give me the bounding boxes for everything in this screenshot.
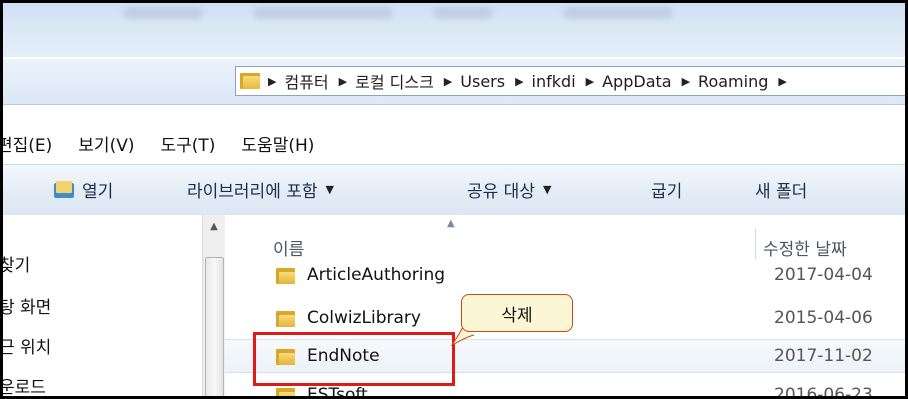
breadcrumb-users[interactable]: Users xyxy=(460,72,505,91)
menu-view[interactable]: 보기(V) xyxy=(78,131,134,156)
file-name: ColwizLibrary xyxy=(307,308,421,328)
share-with-button[interactable]: 공유 대상 ▼ xyxy=(467,177,551,202)
nav-item-favorites[interactable]: 찾기 xyxy=(3,251,30,276)
chevron-right-icon[interactable]: ▶ xyxy=(682,75,690,88)
address-bar-area: ▶ 컴퓨터 ▶ 로컬 디스크 ▶ Users ▶ infkdi ▶ AppDat… xyxy=(3,59,905,105)
chevron-right-icon[interactable]: ▶ xyxy=(778,75,786,88)
menu-tools[interactable]: 도구(T) xyxy=(160,131,215,156)
nav-scrollbar[interactable]: ▲ xyxy=(202,215,225,396)
column-header-name[interactable]: 이름 xyxy=(273,235,304,260)
address-bar[interactable]: ▶ 컴퓨터 ▶ 로컬 디스크 ▶ Users ▶ infkdi ▶ AppDat… xyxy=(235,66,905,96)
navigation-pane: 찾기 탕 화면 근 위치 운로드 xyxy=(3,215,225,396)
include-in-library-button[interactable]: 라이브러리에 포함 ▼ xyxy=(187,177,334,202)
folder-icon xyxy=(276,311,295,327)
nav-item-desktop[interactable]: 탕 화면 xyxy=(3,293,51,318)
breadcrumb-user[interactable]: infkdi xyxy=(532,72,576,91)
highlight-box xyxy=(253,332,455,386)
explorer-window: ▶ 컴퓨터 ▶ 로컬 디스크 ▶ Users ▶ infkdi ▶ AppDat… xyxy=(3,3,905,396)
share-with-label: 공유 대상 xyxy=(467,182,535,202)
chevron-right-icon[interactable]: ▶ xyxy=(444,75,452,88)
dropdown-arrow-icon: ▼ xyxy=(325,183,334,196)
burn-label: 굽기 xyxy=(651,182,683,202)
folder-icon xyxy=(276,388,295,396)
file-date: 2017-11-02 xyxy=(774,346,873,366)
column-divider[interactable] xyxy=(755,229,756,259)
delete-callout: 삭제 xyxy=(461,294,573,332)
chevron-right-icon[interactable]: ▶ xyxy=(515,75,523,88)
breadcrumb-computer[interactable]: 컴퓨터 xyxy=(284,69,328,93)
nav-item-recent-places[interactable]: 근 위치 xyxy=(3,333,51,358)
open-button[interactable]: 열기 xyxy=(54,177,113,202)
file-name: ArticleAuthoring xyxy=(307,265,446,285)
menu-bar: 편집(E) 보기(V) 도구(T) 도움말(H) xyxy=(3,126,905,160)
menu-edit[interactable]: 편집(E) xyxy=(3,131,52,156)
folder-icon xyxy=(240,73,260,89)
breadcrumb-roaming[interactable]: Roaming xyxy=(698,72,768,91)
file-date: 2016-06-23 xyxy=(774,385,873,396)
chevron-right-icon[interactable]: ▶ xyxy=(586,75,594,88)
file-name: ESTsoft xyxy=(307,385,368,396)
file-date: 2015-04-06 xyxy=(774,308,873,328)
dropdown-arrow-icon: ▼ xyxy=(542,183,552,196)
scroll-up-arrow-icon[interactable]: ▲ xyxy=(203,221,225,232)
file-date: 2017-04-04 xyxy=(774,265,873,285)
list-item[interactable]: ArticleAuthoring 2017-04-04 xyxy=(225,259,905,293)
include-in-library-label: 라이브러리에 포함 xyxy=(187,182,318,202)
burn-button[interactable]: 굽기 xyxy=(651,177,682,202)
scroll-thumb[interactable] xyxy=(205,257,224,396)
command-bar: 열기 라이브러리에 포함 ▼ 공유 대상 ▼ 굽기 새 폴더 xyxy=(3,164,905,216)
callout-label: 삭제 xyxy=(501,305,533,326)
nav-item-downloads[interactable]: 운로드 xyxy=(3,373,46,396)
menu-help[interactable]: 도움말(H) xyxy=(241,131,314,156)
breadcrumb-local-disk[interactable]: 로컬 디스크 xyxy=(355,69,434,93)
breadcrumb-appdata[interactable]: AppData xyxy=(602,72,671,91)
column-header-date[interactable]: 수정한 날짜 xyxy=(763,235,847,260)
new-folder-label: 새 폴더 xyxy=(755,182,808,202)
folder-icon xyxy=(276,268,295,284)
open-folder-icon xyxy=(54,181,74,198)
open-label: 열기 xyxy=(82,182,114,202)
chevron-right-icon[interactable]: ▶ xyxy=(268,75,276,88)
chevron-right-icon[interactable]: ▶ xyxy=(339,75,347,88)
sort-ascending-icon: ▲ xyxy=(447,218,455,229)
new-folder-button[interactable]: 새 폴더 xyxy=(755,177,807,202)
title-bar xyxy=(3,3,905,57)
